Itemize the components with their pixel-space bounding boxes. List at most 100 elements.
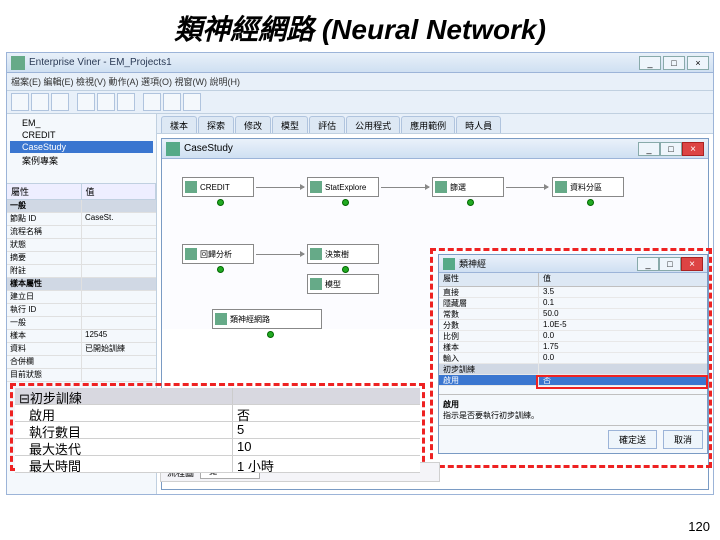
toolbar [7, 91, 713, 114]
connector [256, 187, 304, 188]
dialog-titlebar: 類神經 _ □ × [439, 255, 707, 273]
palette-tab[interactable]: 公用程式 [346, 116, 400, 133]
node-tree[interactable]: 決策樹 [307, 244, 379, 264]
tool-help[interactable] [183, 93, 201, 111]
explore-icon [310, 181, 322, 193]
dialog-minimize[interactable]: _ [637, 257, 659, 271]
property-row[interactable]: 一般 [7, 200, 156, 213]
tree-item-selected[interactable]: CaseStudy [10, 141, 153, 153]
diagram-close[interactable]: × [682, 142, 704, 156]
overlay-property-row: 最大時間1 小時 [15, 456, 420, 473]
node-statexplore[interactable]: StatExplore [307, 177, 379, 197]
property-row[interactable]: 資料已開始訓練 [7, 343, 156, 356]
palette-tab[interactable]: 樣本 [161, 116, 197, 133]
menubar[interactable]: 檔案(E) 編輯(E) 檢視(V) 動作(A) 選項(O) 視窗(W) 說明(H… [7, 73, 713, 91]
overlay-property-row: 執行數目5 [15, 422, 420, 439]
node-model[interactable]: 模型 [307, 274, 379, 294]
tree-item[interactable]: CREDIT [10, 129, 153, 141]
tool-cut[interactable] [77, 93, 95, 111]
property-description: 啟用 指示是否要執行初步訓練。 [439, 394, 707, 425]
dialog-property-row[interactable]: 樣本1.75 [439, 342, 707, 353]
maximize-button[interactable]: □ [663, 56, 685, 70]
dialog-property-row[interactable]: 直接3.5 [439, 287, 707, 298]
property-row[interactable]: 流程名稱 [7, 226, 156, 239]
status-dot-icon [342, 199, 349, 206]
property-row[interactable]: 一般 [7, 317, 156, 330]
dialog-title: 類神經 [459, 257, 637, 270]
property-row[interactable]: 摘要 [7, 252, 156, 265]
tool-paste[interactable] [117, 93, 135, 111]
tree-item[interactable]: 案例專案 [10, 153, 153, 168]
property-row[interactable]: 節點 IDCaseSt. [7, 213, 156, 226]
close-button[interactable]: × [687, 56, 709, 70]
project-tree[interactable]: EM_ CREDIT CaseStudy 案例專案 [7, 114, 156, 184]
property-row[interactable]: 目前狀態 [7, 369, 156, 382]
col-value: 值 [539, 273, 707, 286]
minimize-button[interactable]: _ [639, 56, 661, 70]
status-dot-icon [587, 199, 594, 206]
dialog-property-row[interactable]: 隱藏層0.1 [439, 298, 707, 309]
dialog-property-row[interactable]: 初步訓練 [439, 364, 707, 375]
dialog-property-row[interactable]: 常數50.0 [439, 309, 707, 320]
tool-run[interactable] [143, 93, 161, 111]
neural-icon [443, 258, 455, 270]
node-credit[interactable]: CREDIT [182, 177, 254, 197]
property-header: 屬性 值 [7, 184, 156, 200]
tool-stop[interactable] [163, 93, 181, 111]
diagram-icon [166, 142, 180, 156]
data-icon [185, 181, 197, 193]
overlay-section-header: ⊟初步訓練 [15, 388, 420, 405]
status-dot-icon [467, 199, 474, 206]
node-neural[interactable]: 類神經網路 [212, 309, 322, 329]
property-row[interactable]: 狀態 [7, 239, 156, 252]
app-titlebar: Enterprise Viner - EM_Projects1 _ □ × [7, 53, 713, 73]
tool-new[interactable] [11, 93, 29, 111]
model-icon [310, 278, 322, 290]
dialog-grid-header: 屬性 值 [439, 273, 707, 287]
property-row[interactable]: 合併欄 [7, 356, 156, 369]
node-filter[interactable]: 篩選 [432, 177, 504, 197]
ok-button[interactable]: 確定送 [608, 430, 657, 449]
diagram-titlebar: CaseStudy _ □ × [162, 139, 708, 159]
slide-title: 類神經網路 (Neural Network) [0, 0, 720, 52]
status-dot-icon [267, 331, 274, 338]
tree-item[interactable]: EM_ [10, 117, 153, 129]
property-row[interactable]: 建立日 [7, 291, 156, 304]
node-regression[interactable]: 回歸分析 [182, 244, 254, 264]
palette-tab[interactable]: 修改 [235, 116, 271, 133]
palette-tab[interactable]: 評估 [309, 116, 345, 133]
property-row[interactable]: 樣本12545 [7, 330, 156, 343]
property-row[interactable]: 附註 [7, 265, 156, 278]
tool-open[interactable] [31, 93, 49, 111]
cancel-button[interactable]: 取消 [663, 430, 703, 449]
diagram-maximize[interactable]: □ [660, 142, 682, 156]
property-row[interactable]: 執行 ID [7, 304, 156, 317]
partition-icon [555, 181, 567, 193]
dialog-property-grid[interactable]: 直接3.5隱藏層0.1常數50.0分數1.0E-5比例0.0樣本1.75輸入0.… [439, 287, 707, 386]
node-partition[interactable]: 資料分區 [552, 177, 624, 197]
dialog-close[interactable]: × [681, 257, 703, 271]
status-dot-icon [217, 266, 224, 273]
tool-save[interactable] [51, 93, 69, 111]
col-property: 屬性 [439, 273, 539, 286]
property-row[interactable]: 樣本屬性 [7, 278, 156, 291]
connector [256, 254, 304, 255]
overlay-property-row: 啟用否 [15, 405, 420, 422]
overlay-section-label: ⊟初步訓練 [15, 388, 233, 404]
diagram-title: CaseStudy [184, 143, 638, 154]
overlay-property-table: ⊟初步訓練 啟用否執行數目5最大迭代10最大時間1 小時 [15, 388, 420, 473]
tree-icon [310, 248, 322, 260]
dialog-property-row[interactable]: 分數1.0E-5 [439, 320, 707, 331]
diagram-minimize[interactable]: _ [638, 142, 660, 156]
palette-tab[interactable]: 時人員 [456, 116, 501, 133]
desc-label: 啟用 [443, 399, 703, 410]
dialog-property-row[interactable]: 輸入0.0 [439, 353, 707, 364]
dialog-property-row[interactable]: 比例0.0 [439, 331, 707, 342]
status-dot-icon [217, 199, 224, 206]
palette-tab[interactable]: 應用範例 [401, 116, 455, 133]
palette-tab[interactable]: 模型 [272, 116, 308, 133]
palette-tab[interactable]: 探索 [198, 116, 234, 133]
dialog-maximize[interactable]: □ [659, 257, 681, 271]
tool-copy[interactable] [97, 93, 115, 111]
dialog-property-row[interactable]: 啟用否 [439, 375, 707, 386]
